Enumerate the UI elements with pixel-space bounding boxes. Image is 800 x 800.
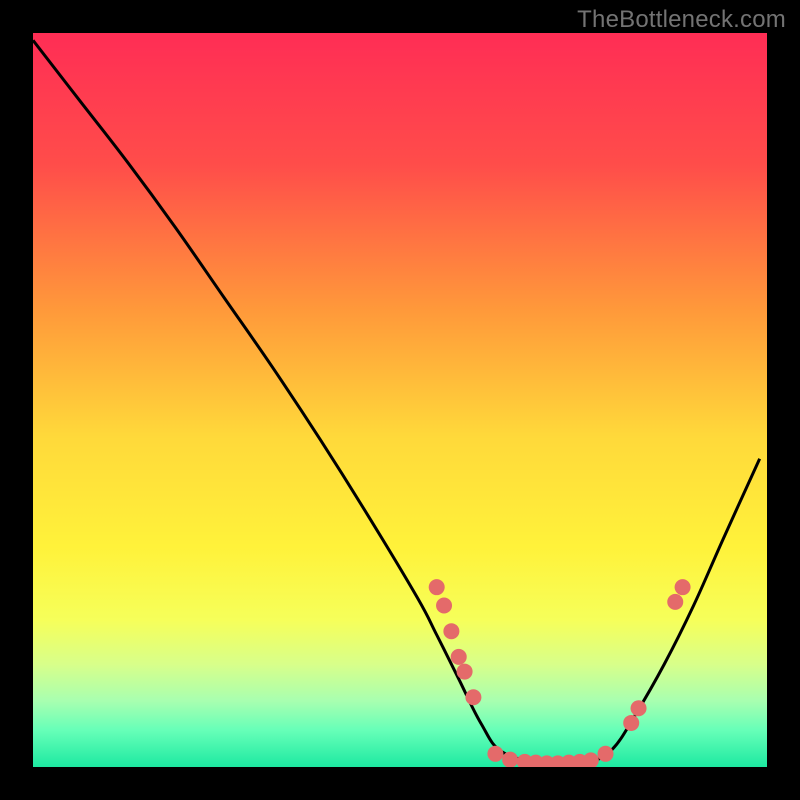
marker-dot <box>443 623 459 639</box>
marker-dot <box>667 594 683 610</box>
marker-dot <box>487 746 503 762</box>
plot-background <box>33 33 767 767</box>
marker-dot <box>436 598 452 614</box>
marker-dot <box>465 689 481 705</box>
chart-svg <box>0 0 800 800</box>
marker-dot <box>502 752 518 768</box>
marker-dot <box>623 715 639 731</box>
marker-dot <box>451 649 467 665</box>
marker-dot <box>583 752 599 768</box>
chart-frame: TheBottleneck.com <box>0 0 800 800</box>
marker-dot <box>598 746 614 762</box>
marker-dot <box>631 700 647 716</box>
marker-dot <box>457 664 473 680</box>
marker-dot <box>429 579 445 595</box>
marker-dot <box>675 579 691 595</box>
